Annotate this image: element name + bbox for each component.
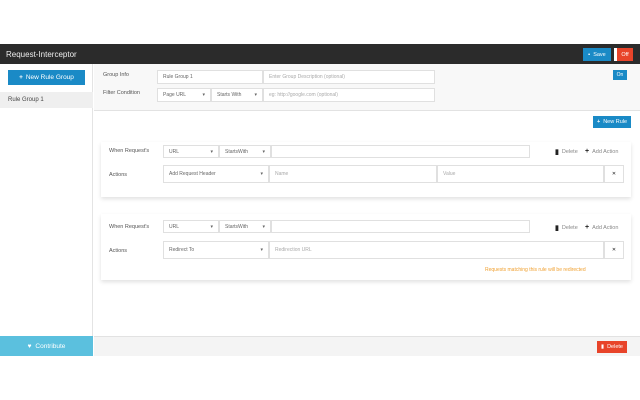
remove-action-icon[interactable]: ✕ bbox=[604, 241, 624, 259]
plus-icon: + bbox=[596, 119, 601, 125]
header-name-input[interactable]: Name bbox=[269, 165, 437, 183]
caret-icon: ▾ bbox=[262, 148, 265, 155]
when-label: When Request's bbox=[109, 148, 150, 154]
group-info-label: Group Info bbox=[103, 72, 129, 78]
rule-value-input[interactable] bbox=[271, 145, 530, 158]
rule-field-select[interactable]: URL ▾ bbox=[163, 220, 219, 233]
delete-group-button[interactable]: ▮ Delete bbox=[597, 341, 627, 353]
redirect-note: Requests matching this rule will be redi… bbox=[485, 267, 586, 273]
trash-icon: ▮ bbox=[601, 344, 605, 350]
new-rule-group-button[interactable]: + New Rule Group bbox=[8, 70, 85, 85]
floppy-icon: ▪ bbox=[588, 51, 591, 58]
caret-icon: ▾ bbox=[260, 171, 263, 177]
caret-icon: ▾ bbox=[210, 223, 213, 230]
redirection-url-input[interactable]: Redirection URL bbox=[269, 241, 604, 259]
add-action-button[interactable]: + Add Action bbox=[585, 224, 618, 231]
contribute-button[interactable]: ♥ Contribute bbox=[0, 336, 93, 356]
app-title: Request-Interceptor bbox=[6, 50, 77, 59]
caret-icon: ▾ bbox=[260, 247, 263, 253]
actions-label: Actions bbox=[109, 172, 128, 178]
rule-operator-select[interactable]: StartsWith ▾ bbox=[219, 145, 271, 158]
heart-icon: ♥ bbox=[27, 342, 32, 350]
delete-rule-button[interactable]: ▮ Delete bbox=[555, 224, 578, 232]
rule-operator-select[interactable]: StartsWith ▾ bbox=[219, 220, 271, 233]
plus-icon: + bbox=[585, 148, 590, 155]
rule-field-select[interactable]: URL ▾ bbox=[163, 145, 219, 158]
header-value-input[interactable]: Value bbox=[437, 165, 604, 183]
plus-icon: + bbox=[19, 74, 23, 81]
delete-rule-button[interactable]: ▮ Delete bbox=[555, 148, 578, 156]
off-toggle[interactable]: Off bbox=[614, 48, 633, 61]
group-description-input[interactable]: Enter Group Description (optional) bbox=[263, 70, 435, 84]
rule-value-input[interactable] bbox=[271, 220, 530, 233]
when-label: When Request's bbox=[109, 224, 150, 230]
footer-bar bbox=[94, 336, 640, 356]
top-bar bbox=[0, 44, 640, 64]
trash-icon: ▮ bbox=[555, 149, 559, 156]
plus-icon: + bbox=[585, 224, 590, 231]
filter-operator-select[interactable]: Starts With ▾ bbox=[211, 88, 263, 102]
caret-icon: ▾ bbox=[202, 92, 205, 98]
group-on-toggle[interactable]: On bbox=[613, 70, 627, 80]
actions-label: Actions bbox=[109, 248, 128, 254]
filter-field-select[interactable]: Page URL ▾ bbox=[157, 88, 211, 102]
remove-action-icon[interactable]: ✕ bbox=[604, 165, 624, 183]
add-action-button[interactable]: + Add Action bbox=[585, 148, 618, 155]
caret-icon: ▾ bbox=[262, 223, 265, 230]
filter-url-input[interactable]: eg: http://google.com (optional) bbox=[263, 88, 435, 102]
action-type-select[interactable]: Redirect To ▾ bbox=[163, 241, 269, 259]
sidebar-item-rule-group-1[interactable]: Rule Group 1 bbox=[0, 92, 93, 108]
trash-icon: ▮ bbox=[555, 225, 559, 232]
save-button[interactable]: ▪ Save bbox=[583, 48, 611, 61]
caret-icon: ▾ bbox=[254, 92, 257, 98]
new-rule-button[interactable]: + New Rule bbox=[593, 116, 631, 128]
group-name-input[interactable]: Rule Group 1 bbox=[157, 70, 263, 84]
action-type-select[interactable]: Add Request Header ▾ bbox=[163, 165, 269, 183]
caret-icon: ▾ bbox=[210, 148, 213, 155]
filter-condition-label: Filter Condition bbox=[103, 90, 140, 96]
